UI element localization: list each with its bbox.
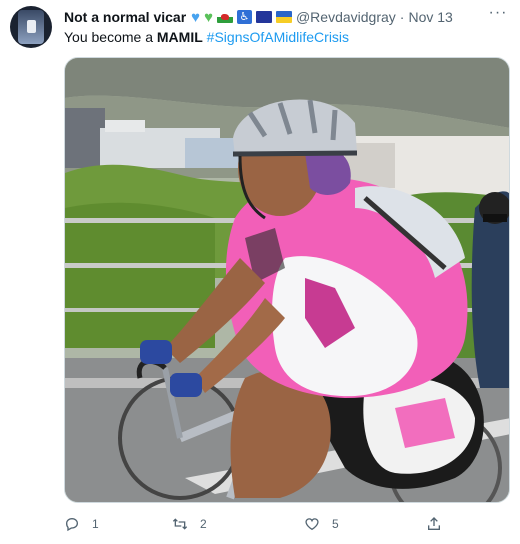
eu-flag-icon	[255, 11, 272, 23]
reply-count: 1	[92, 517, 99, 531]
tweet-text-plain: You become a	[64, 29, 157, 45]
ukraine-flag-icon	[275, 11, 292, 23]
tweet-text-bold: MAMIL	[156, 29, 203, 45]
user-handle[interactable]: @Revdavidgray	[296, 8, 396, 26]
retweet-count: 2	[200, 517, 207, 531]
tweet-header: Not a normal vicar ♥ ♥ ♿ @Revdavidgray ·…	[64, 8, 480, 26]
tweet-text: You become a MAMIL #SignsOfAMidlifeCrisi…	[64, 28, 500, 46]
like-count: 5	[332, 517, 339, 531]
like-button[interactable]: 5	[304, 513, 339, 535]
green-heart-icon: ♥	[204, 8, 213, 26]
separator-dot: ·	[399, 9, 405, 25]
photo-cyclist-pink-jersey	[65, 58, 509, 502]
display-name[interactable]: Not a normal vicar	[64, 8, 186, 26]
share-icon	[428, 517, 440, 530]
tweet-card[interactable]: Not a normal vicar ♥ ♥ ♿ @Revdavidgray ·…	[0, 0, 520, 544]
wales-flag-icon	[216, 11, 233, 23]
tweet-date[interactable]: Nov 13	[408, 8, 452, 26]
more-options-icon[interactable]: ···	[488, 5, 508, 23]
hashtag-link[interactable]: #SignsOfAMidlifeCrisis	[207, 29, 349, 45]
heart-icon	[305, 518, 319, 531]
avatar[interactable]	[10, 6, 52, 48]
tweet-photo[interactable]	[64, 57, 510, 503]
name-emojis: ♥ ♥ ♿	[191, 8, 296, 26]
reply-button[interactable]: 1	[64, 513, 99, 535]
retweet-button[interactable]: 2	[172, 513, 207, 535]
tweet-actions: 1 2 5	[64, 513, 510, 535]
share-button[interactable]	[426, 513, 454, 535]
retweet-icon	[172, 518, 188, 530]
blue-heart-icon: ♥	[191, 8, 201, 26]
reply-icon	[65, 517, 79, 532]
wheelchair-icon: ♿	[236, 10, 252, 24]
